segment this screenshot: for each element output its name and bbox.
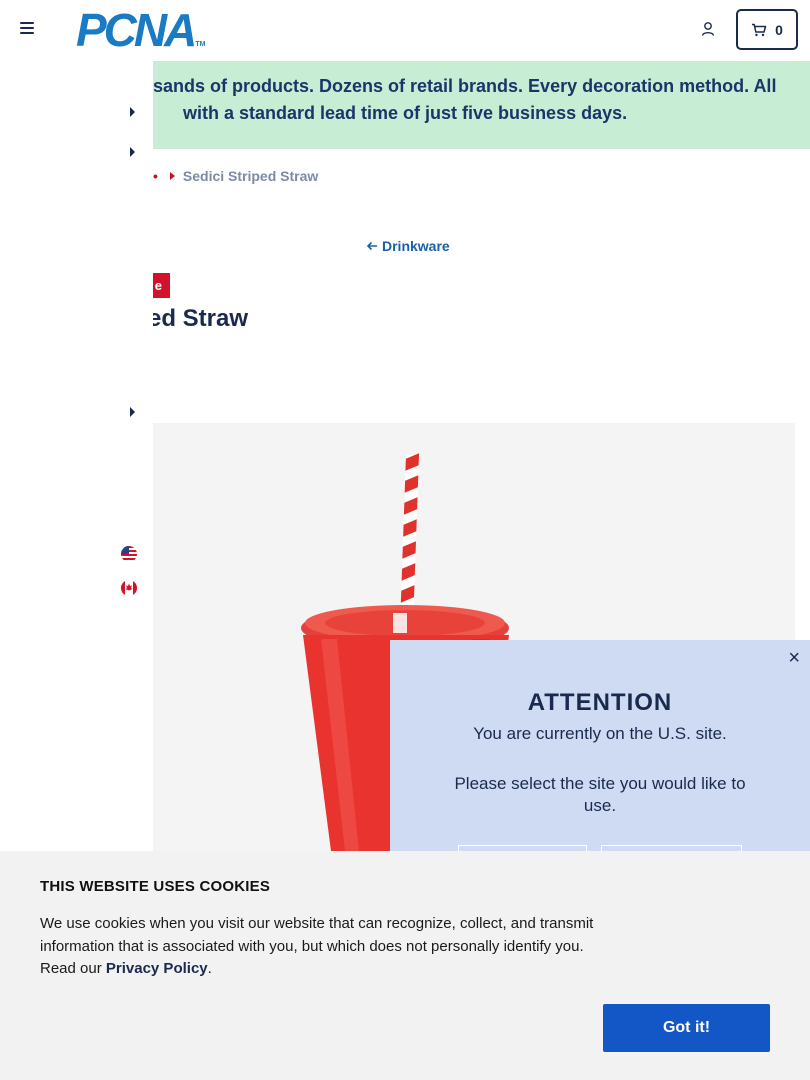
user-icon[interactable] <box>700 21 716 37</box>
canada-flag-icon[interactable] <box>121 580 137 596</box>
cart-button[interactable]: 0 <box>736 9 798 50</box>
pcna-logo[interactable]: PCNA TM <box>76 4 206 56</box>
side-menu-rail <box>0 61 153 851</box>
caret-right-icon[interactable] <box>130 407 135 417</box>
modal-current-site-text: You are currently on the U.S. site. <box>473 724 727 743</box>
arrow-left-icon <box>366 241 377 251</box>
modal-title: ATTENTION <box>527 689 673 716</box>
caret-right-icon[interactable] <box>130 147 135 157</box>
breadcrumb-current[interactable]: Sedici Striped Straw <box>183 168 318 184</box>
accept-cookies-button[interactable]: Got it! <box>603 1004 770 1052</box>
logo-trademark: TM <box>195 41 206 48</box>
site-header: PCNA TM 0 <box>0 0 810 61</box>
cookie-title: THIS WEBSITE USES COOKIES <box>40 878 271 895</box>
privacy-policy-link[interactable]: Privacy Policy <box>106 960 208 977</box>
chevron-right-icon <box>169 172 175 180</box>
us-flag-icon[interactable] <box>121 546 137 562</box>
close-icon[interactable]: × <box>788 648 800 668</box>
back-link-label: Drinkware <box>382 238 450 254</box>
site-selector-modal: × ATTENTION You are currently on the U.S… <box>390 640 810 865</box>
cookie-period: . <box>207 960 212 977</box>
cart-icon <box>752 23 767 36</box>
banner-line-2: with a standard lead time of just five b… <box>183 103 628 123</box>
page: PCNA TM 0 usands of products. Dozens of … <box>0 0 810 1080</box>
menu-icon[interactable] <box>20 22 36 36</box>
breadcrumb-separator: • <box>153 168 158 184</box>
modal-instruction-text: Please select the site you would like to… <box>454 774 746 815</box>
cookie-banner: THIS WEBSITE USES COOKIES We use cookies… <box>0 851 810 1080</box>
caret-right-icon[interactable] <box>130 107 135 117</box>
banner-line-1: usands of products. Dozens of retail bra… <box>142 76 777 96</box>
cart-count: 0 <box>775 21 783 38</box>
cookie-text: We use cookies when you visit our websit… <box>40 913 610 981</box>
breadcrumb: • Sedici Striped Straw <box>153 166 318 186</box>
logo-text: PCNA <box>76 4 197 56</box>
back-to-category-link[interactable]: Drinkware <box>366 238 450 254</box>
